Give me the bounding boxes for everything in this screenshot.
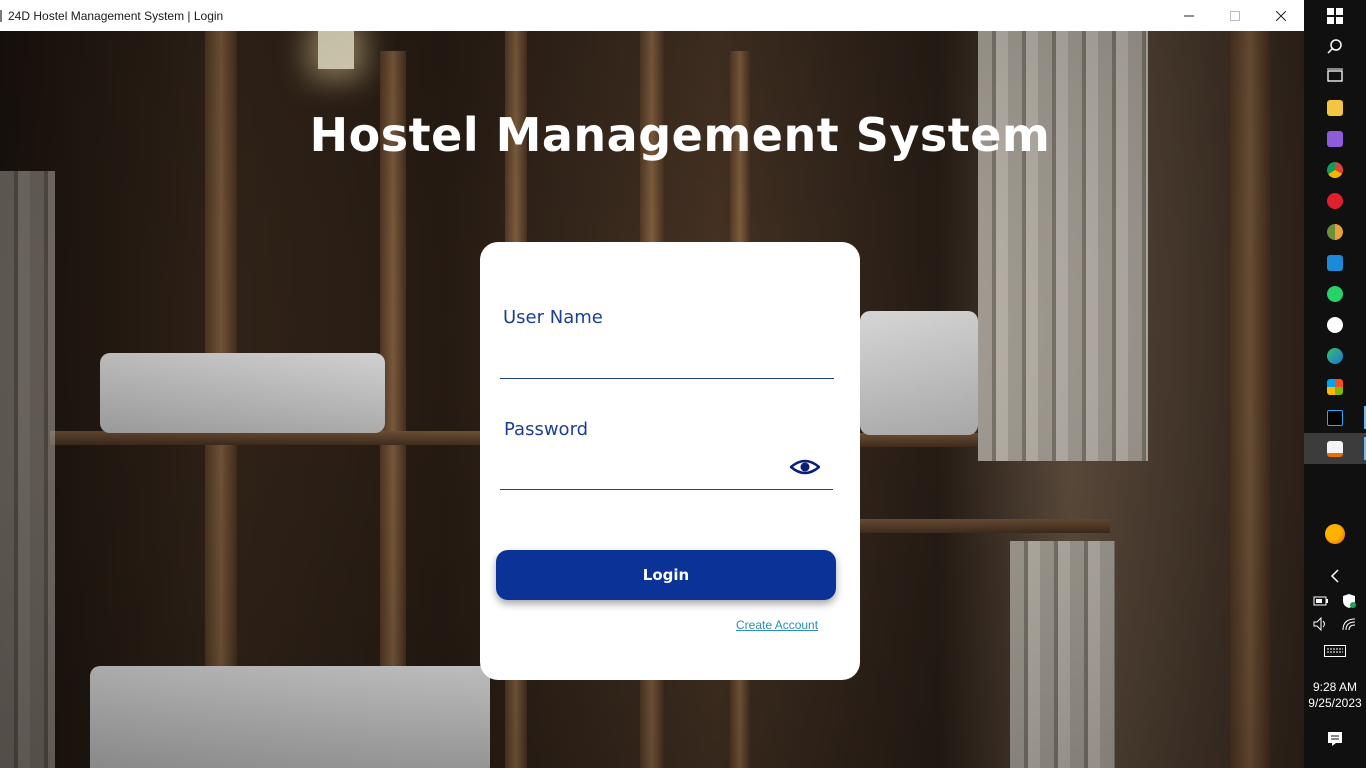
tray-keyboard[interactable]: [1304, 635, 1366, 666]
window-title: 24D Hostel Management System | Login: [8, 8, 224, 23]
taskbar-whatsapp[interactable]: [1304, 278, 1366, 309]
windows-start-icon: [1327, 7, 1343, 24]
search-icon: [1327, 38, 1342, 54]
whatsapp-icon: [1327, 285, 1343, 302]
login-card: User Name Password Login Create Account: [480, 242, 860, 680]
taskbar-store[interactable]: [1304, 371, 1366, 402]
password-input[interactable]: [500, 456, 833, 490]
create-account-link[interactable]: Create Account: [736, 618, 818, 632]
taskbar-mail[interactable]: [1304, 247, 1366, 278]
eye-icon[interactable]: [790, 457, 820, 477]
notification-center[interactable]: [1304, 723, 1366, 754]
shield-icon: [1343, 593, 1356, 608]
taskbar-java[interactable]: [1304, 433, 1366, 464]
taskbar-chrome-canary[interactable]: [1304, 216, 1366, 247]
maximize-button[interactable]: [1212, 0, 1258, 31]
java-icon: [1327, 440, 1343, 457]
taskbar-task-view[interactable]: [1304, 60, 1366, 91]
taskbar: 9:28 AM 9/25/2023: [1304, 0, 1366, 768]
clock-date: 9/25/2023: [1308, 696, 1362, 710]
password-label: Password: [504, 419, 589, 440]
close-icon: [1276, 10, 1286, 21]
taskbar-intellij[interactable]: [1304, 402, 1366, 433]
file-explorer-icon: [1327, 99, 1343, 116]
weather-icon: [1325, 523, 1345, 544]
page-title: Hostel Management System: [309, 108, 1051, 162]
visual-studio-icon: [1327, 130, 1343, 147]
start-button[interactable]: [1304, 0, 1366, 31]
username-label: User Name: [503, 307, 603, 328]
taskbar-opera[interactable]: [1304, 185, 1366, 216]
clock-time: 9:28 AM: [1312, 680, 1358, 694]
keyboard-icon: [1324, 644, 1346, 657]
minimize-button[interactable]: [1166, 0, 1212, 31]
taskbar-chrome[interactable]: [1304, 154, 1366, 185]
taskbar-edge[interactable]: [1304, 340, 1366, 371]
task-view-icon: [1327, 68, 1343, 82]
chevron-left-icon: [1330, 568, 1339, 583]
opera-icon: [1327, 192, 1343, 209]
login-button[interactable]: Login: [496, 550, 836, 600]
taskbar-clock[interactable]: 9:28 AM 9/25/2023: [1304, 679, 1366, 711]
maximize-icon: [1230, 10, 1240, 21]
taskbar-file-explorer[interactable]: [1304, 92, 1366, 123]
close-button[interactable]: [1258, 0, 1304, 31]
minimize-icon: [1184, 15, 1194, 16]
notification-icon: [1328, 731, 1342, 746]
edge-icon: [1327, 347, 1343, 364]
app-icon: [0, 9, 6, 22]
username-input[interactable]: [500, 346, 834, 379]
github-icon: [1327, 316, 1343, 333]
taskbar-weather[interactable]: [1304, 518, 1366, 549]
intellij-icon: [1327, 409, 1343, 426]
window-titlebar: 24D Hostel Management System | Login: [0, 0, 1304, 31]
wifi-icon: [1342, 618, 1356, 630]
mail-icon: [1327, 254, 1343, 271]
taskbar-search[interactable]: [1304, 30, 1366, 61]
taskbar-github[interactable]: [1304, 309, 1366, 340]
taskbar-visual-studio[interactable]: [1304, 123, 1366, 154]
window-controls: [1166, 0, 1304, 31]
microsoft-store-icon: [1327, 378, 1343, 395]
chrome-icon: [1327, 161, 1343, 178]
chrome-canary-icon: [1327, 223, 1343, 240]
